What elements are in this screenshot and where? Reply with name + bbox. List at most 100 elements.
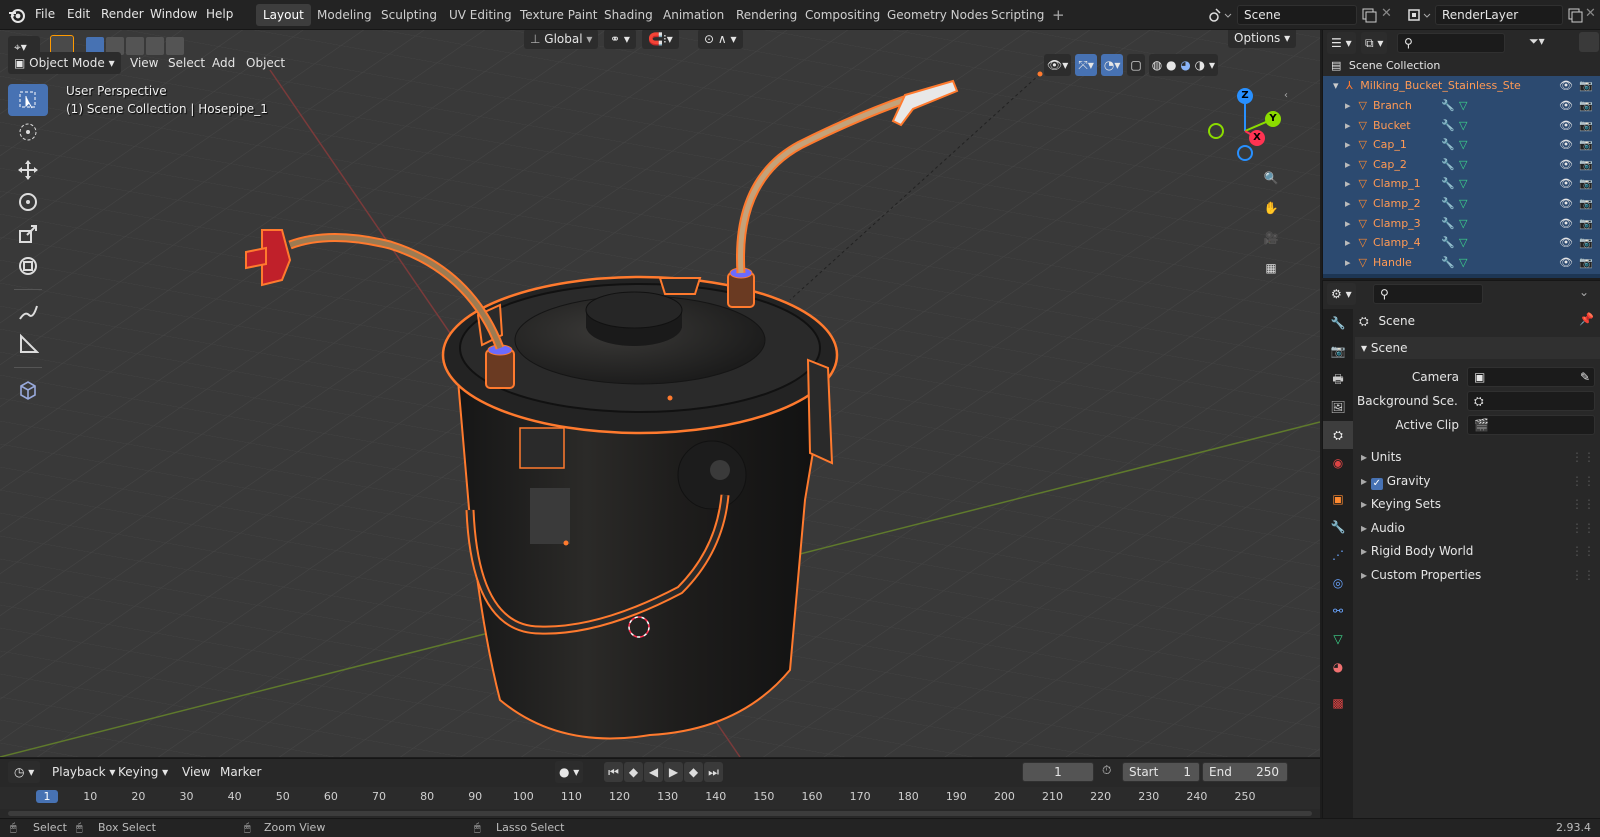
mesh-data-icon[interactable]: ▽ (1459, 174, 1467, 194)
properties-editor[interactable]: ⚙ ▾ ⚲ ⌄ 🔧 📷 🖶 🖼 ⛭ ◉ ▣ 🔧 ⋰ ◎ ⚯ ▽ ◕ ▩ ⛭ Sc… (1322, 280, 1600, 819)
proportional-edit-toggle[interactable]: ⊙ ∧ ▾ (698, 30, 743, 49)
menu-view[interactable]: View (124, 52, 164, 74)
current-frame-field[interactable]: 1 (1022, 762, 1094, 782)
world-tab-icon[interactable]: ◉ (1323, 449, 1353, 477)
render-camera-icon[interactable]: 📷 (1579, 116, 1593, 136)
menu-help[interactable]: Help (200, 0, 239, 30)
panel-header[interactable]: ▸ Audio ⋮⋮ (1355, 517, 1600, 539)
navigation-gizmo[interactable]: Z Y X (1200, 86, 1290, 176)
modifier-icon[interactable]: 🔧 (1441, 233, 1455, 253)
options-dropdown[interactable]: Options ▾ (1228, 30, 1297, 48)
outliner-object-row[interactable]: ▸ ▽ Handle 🔧 ▽ 👁 📷 (1323, 253, 1600, 273)
panel-header[interactable]: ▸ Custom Properties ⋮⋮ (1355, 564, 1600, 586)
xray-toggle-icon[interactable]: ▢ (1127, 54, 1145, 76)
shading-modes[interactable]: ◍ ● ◕ ◑ ▾ (1148, 54, 1218, 76)
pan-hand-icon[interactable]: ✋ (1259, 196, 1283, 220)
mesh-data-icon[interactable]: ▽ (1459, 96, 1467, 116)
timeline-view-menu[interactable]: View (176, 761, 216, 783)
modifier-icon[interactable]: 🔧 (1441, 174, 1455, 194)
new-collection-icon[interactable] (1579, 32, 1599, 52)
outliner-object-row[interactable]: ▸ ▽ Clamp_1 🔧 ▽ 👁 📷 (1323, 174, 1600, 194)
copy-layer-icon[interactable] (1567, 7, 1583, 23)
drag-handle-icon[interactable]: ⋮⋮ (1571, 517, 1595, 539)
jump-end-icon[interactable]: ⏭ (704, 762, 723, 782)
render-camera-icon[interactable]: 📷 (1579, 194, 1593, 214)
render-camera-icon[interactable]: 📷 (1579, 174, 1593, 194)
view-layer-tab-icon[interactable]: 🖼 (1323, 393, 1353, 421)
overlay-toggle-icon[interactable]: ◔▾ (1100, 54, 1124, 76)
scene-panel-header[interactable]: ▾ Scene (1355, 337, 1600, 359)
menu-window[interactable]: Window (144, 0, 203, 30)
playback-menu[interactable]: Playback ▾ (46, 761, 121, 783)
background-scene-field[interactable]: ⛭ (1467, 391, 1595, 411)
mesh-data-icon[interactable]: ▽ (1459, 194, 1467, 214)
gizmo-x-axis[interactable]: X (1249, 130, 1265, 146)
render-camera-icon[interactable]: 📷 (1579, 253, 1593, 273)
pivot-point-dropdown[interactable]: ⚭ ▾ (604, 30, 636, 49)
cursor-tool-icon[interactable] (8, 116, 48, 148)
camera-field[interactable]: ▣ ✎ (1467, 367, 1595, 387)
pin-icon[interactable]: 📌 (1579, 312, 1594, 326)
render-camera-icon[interactable]: 📷 (1579, 135, 1593, 155)
timeline-editor[interactable]: ◷ ▾ Playback ▾ Keying ▾ View Marker ● ▾ … (0, 758, 1320, 818)
modifier-icon[interactable]: 🔧 (1441, 155, 1455, 175)
tab-animation[interactable]: Animation (656, 4, 731, 26)
tool-tab-icon[interactable]: 🔧 (1323, 309, 1353, 337)
mesh-data-icon[interactable]: ▽ (1459, 253, 1467, 273)
material-tab-icon[interactable]: ◕ (1323, 653, 1353, 681)
transform-orientation-dropdown[interactable]: ⊥ Global ▾ (524, 30, 599, 49)
outliner-object-row[interactable]: ▸ ▽ Bucket 🔧 ▽ 👁 📷 (1323, 116, 1600, 136)
tab-rendering[interactable]: Rendering (729, 4, 804, 26)
modifier-tab-icon[interactable]: 🔧 (1323, 513, 1353, 541)
render-camera-icon[interactable]: 📷 (1579, 233, 1593, 253)
sidebar-toggle-icon[interactable]: ‹ (1284, 90, 1288, 101)
expand-arrow-icon[interactable]: ▸ (1345, 138, 1351, 151)
viewport-scene[interactable] (0, 30, 1320, 757)
view-layer-field[interactable]: RenderLayer (1435, 5, 1563, 25)
perspective-toggle-icon[interactable]: ▦ (1259, 256, 1283, 280)
menu-render[interactable]: Render (95, 0, 150, 30)
select-box-tool-icon[interactable] (8, 84, 48, 116)
add-workspace-button[interactable]: + (1045, 4, 1072, 26)
scene-field[interactable]: Scene (1237, 5, 1357, 25)
panel-header[interactable]: ▸ Units ⋮⋮ (1355, 446, 1600, 468)
close-scene-icon[interactable]: ✕ (1381, 6, 1392, 21)
modifier-icon[interactable]: 🔧 (1441, 135, 1455, 155)
rendered-shading-icon[interactable]: ◑ (1195, 58, 1205, 72)
menu-file[interactable]: File (29, 0, 61, 30)
drag-handle-icon[interactable]: ⋮⋮ (1571, 564, 1595, 586)
camera-view-icon[interactable]: 🎥 (1259, 226, 1283, 250)
outliner-editor-type[interactable]: ☰ ▾ (1327, 32, 1356, 54)
outliner-object-row[interactable]: ▸ ▽ Clamp_3 🔧 ▽ 👁 📷 (1323, 214, 1600, 234)
close-layer-icon[interactable]: ✕ (1585, 6, 1596, 21)
panel-header[interactable]: ▸ Rigid Body World ⋮⋮ (1355, 540, 1600, 562)
menu-select[interactable]: Select (162, 52, 211, 74)
visibility-eye-icon[interactable]: 👁 (1559, 76, 1573, 96)
render-tab-icon[interactable]: 📷 (1323, 337, 1353, 365)
view-layer-selector[interactable]: RenderLayer ✕ (1407, 5, 1597, 25)
move-tool-icon[interactable] (8, 154, 48, 186)
rotate-tool-icon[interactable] (8, 186, 48, 218)
play-icon[interactable]: ▶ (664, 762, 683, 782)
auto-keying-toggle[interactable]: ● ▾ (555, 761, 584, 783)
menu-object[interactable]: Object (240, 52, 291, 74)
visibility-eye-icon[interactable]: 👁 (1559, 135, 1573, 155)
eyedropper-icon[interactable]: ✎ (1580, 368, 1590, 386)
frame-ruler[interactable]: 1 10 20 30 40 50 60 70 80 90 100 110 120 130 140 150 160… (0, 787, 1320, 809)
start-frame-field[interactable]: Start 1 (1122, 762, 1200, 782)
measure-tool-icon[interactable] (8, 328, 48, 360)
tab-compositing[interactable]: Compositing (798, 4, 887, 26)
expand-arrow-icon[interactable]: ▸ (1345, 236, 1351, 249)
menu-edit[interactable]: Edit (61, 0, 96, 30)
scene-tab-icon[interactable]: ⛭ (1323, 421, 1353, 449)
marker-menu[interactable]: Marker (214, 761, 267, 783)
jump-keyframe-back-icon[interactable]: ◆ (624, 762, 643, 782)
play-reverse-icon[interactable]: ◀ (644, 762, 663, 782)
scene-collection-row[interactable]: ▤ Scene Collection (1323, 56, 1600, 76)
display-mode-dropdown[interactable]: ⧉ ▾ (1361, 32, 1388, 54)
outliner-search-input[interactable]: ⚲ (1397, 33, 1505, 53)
modifier-icon[interactable]: 🔧 (1441, 194, 1455, 214)
modifier-icon[interactable]: 🔧 (1441, 96, 1455, 116)
expand-arrow-icon[interactable]: ▸ (1345, 99, 1351, 112)
tab-uv-editing[interactable]: UV Editing (442, 4, 519, 26)
